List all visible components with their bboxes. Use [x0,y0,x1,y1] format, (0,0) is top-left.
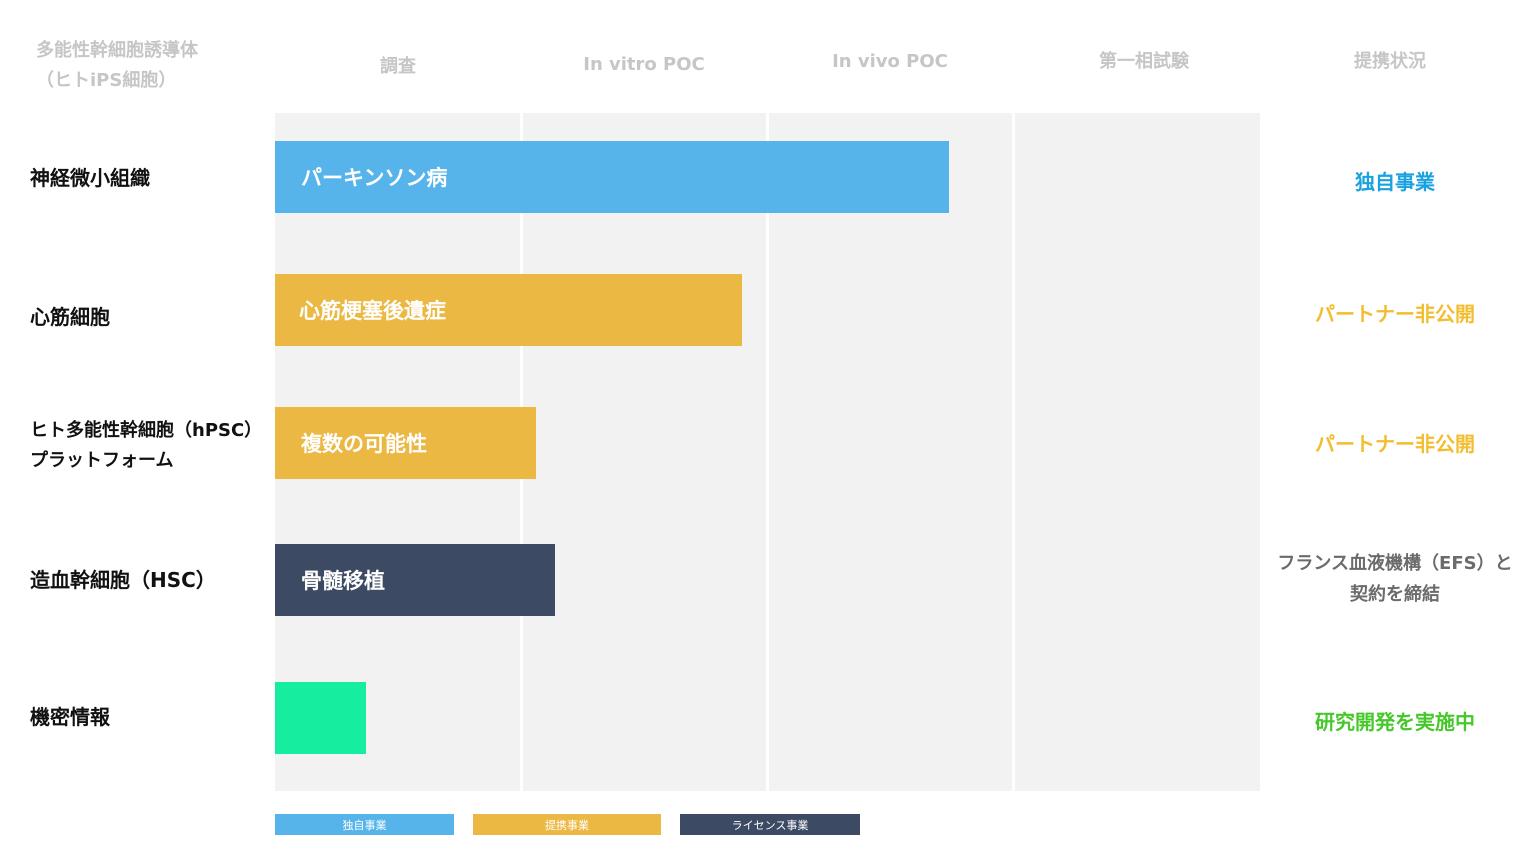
stage-header-in-vitro: In vitro POC [583,54,705,75]
gridline-stage-2 [766,113,769,791]
legend-partnership: 提携事業 [473,814,661,835]
row-label-confidential: 機密情報 [30,705,110,729]
row-label-cardiomyocytes: 心筋細胞 [30,305,110,329]
row-label-hpsc-line2: プラットフォーム [30,450,174,471]
bar-bone-marrow-transplant: 骨髄移植 [275,544,555,616]
status-partner-undisclosed-1: パートナー非公開 [1315,302,1475,326]
bar-multiple-possibilities: 複数の可能性 [275,407,536,479]
gridline-stage-3 [1012,113,1015,791]
bar-myocardial-infarction: 心筋梗塞後遺症 [275,274,742,346]
corner-header-line2: （ヒトiPS細胞） [36,70,177,91]
row-label-hpsc-line1: ヒト多能性幹細胞（hPSC） [30,420,263,441]
status-efs-contract: フランス血液機構（EFS）と 契約を締結 [1262,548,1528,610]
legend-license: ライセンス事業 [680,814,860,835]
row-label-hsc: 造血幹細胞（HSC） [30,568,216,592]
row-label-neural-tissue: 神経微小組織 [30,166,150,190]
status-efs-line1: フランス血液機構（EFS）と [1277,553,1513,574]
status-proprietary: 独自事業 [1355,170,1435,194]
row-label-hpsc-platform: ヒト多能性幹細胞（hPSC） プラットフォーム [30,416,262,476]
bar-parkinsons: パーキンソン病 [275,141,949,213]
status-partner-undisclosed-2: パートナー非公開 [1315,432,1475,456]
status-column-header: 提携状況 [1354,51,1426,72]
status-rnd-ongoing: 研究開発を実施中 [1315,710,1475,734]
status-efs-line2: 契約を締結 [1350,584,1440,605]
stage-header-in-vivo: In vivo POC [832,51,948,72]
stage-header-phase1: 第一相試験 [1099,51,1189,72]
stage-header-survey: 調査 [380,56,416,77]
corner-header: 多能性幹細胞誘導体 （ヒトiPS細胞） [36,36,198,96]
bar-confidential [275,682,366,754]
corner-header-line1: 多能性幹細胞誘導体 [36,40,198,61]
legend-proprietary: 独自事業 [275,814,454,835]
